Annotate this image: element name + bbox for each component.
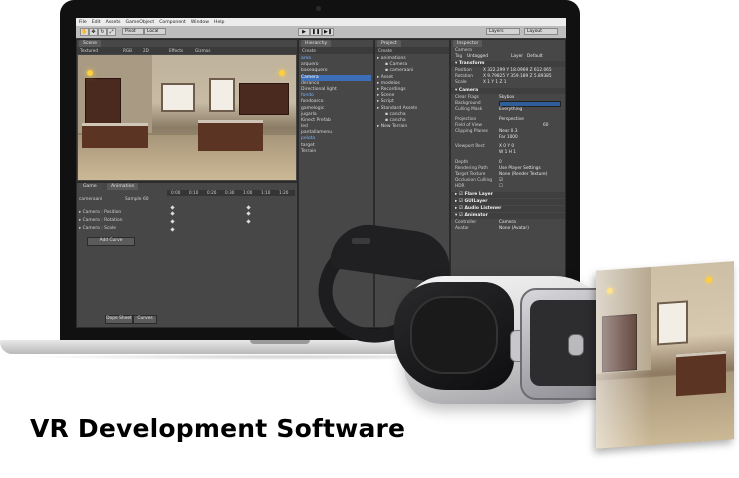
tab-animation[interactable]: Animation [107,183,139,190]
step-icon[interactable]: ▶❚ [322,28,334,36]
culling-mask-dropdown[interactable]: Everything [499,107,562,113]
strap-logo-icon [352,238,370,244]
anim-track-position[interactable]: ▸ Camera : Position [79,210,121,215]
layout-dropdown[interactable]: Layout [524,28,558,35]
menu-gameobject[interactable]: GameObject [126,20,155,25]
pause-icon[interactable]: ❚❚ [310,28,322,36]
phone-home-button-icon [568,334,584,356]
far-clip-field[interactable]: Far 1000 [499,135,562,141]
twod-toggle[interactable]: 2D [143,48,149,53]
folder-item[interactable]: ▸ New Terrain [377,124,447,130]
timeline-tick: 1:00 [243,190,253,195]
tab-hierarchy[interactable]: Hierarchy [301,40,332,47]
menu-assets[interactable]: Assets [106,20,121,25]
shading-dropdown[interactable]: Textured [80,48,98,53]
flare-layer-header[interactable]: ▸ ☑ Flare Layer [451,192,565,198]
tab-inspector[interactable]: Inspector [453,40,483,47]
menu-bar: File Edit Assets GameObject Component Wi… [76,18,566,26]
animation-timeline[interactable]: 0:00 0:10 0:20 0:30 1:00 1:10 1:20 [167,190,295,196]
headset-face-foam [410,296,498,374]
scale-field[interactable]: X 1 Y 1 Z 1 [483,80,562,86]
menu-edit[interactable]: Edit [92,20,101,25]
scene-viewport[interactable] [78,55,296,180]
effects-dropdown[interactable]: Effects [169,48,183,53]
keyframe-icon[interactable] [170,227,175,232]
light-gizmo-icon[interactable] [278,70,285,76]
project-list: ▸ animations ▪ Camera ▪ cameraani ▸ Asse… [377,56,447,130]
scene-toolbar: Textured RGB 2D Effects Gizmos [77,47,297,54]
camera-header[interactable]: ▾ Camera [451,88,565,94]
keyframe-icon[interactable] [246,219,251,224]
hierarchy-create-button[interactable]: Create [302,48,316,53]
viewport-wh-field[interactable]: W 1 H 1 [499,150,562,156]
vr-scene-preview [596,261,734,449]
light-gizmo-icon[interactable] [86,70,93,76]
clip-dropdown[interactable]: cameraani [79,197,102,202]
hand-tool-icon[interactable]: ✋ [80,28,89,36]
menu-component[interactable]: Component [159,20,186,25]
keyframe-icon[interactable] [170,205,175,210]
local-toggle[interactable]: Local [144,28,166,35]
sample-label: Sample [125,197,142,202]
kitchen-doorway [208,77,235,112]
hdr-checkbox[interactable]: ☐ [499,184,562,190]
timeline-tick: 0:20 [207,190,217,195]
project-create-button[interactable]: Create [378,48,392,53]
tab-project[interactable]: Project [377,40,401,47]
gui-layer-header[interactable]: ▸ ☑ GUILayer [451,199,565,205]
menu-file[interactable]: File [79,20,87,25]
keyframe-icon[interactable] [246,211,251,216]
field-label: Culling Mask [455,107,483,112]
rotate-tool-icon[interactable]: ↻ [98,28,107,36]
animation-panel: Game Animation 0:00 0:10 0:20 0:30 1:00 … [76,182,298,328]
field-label: HDR [455,184,465,189]
gizmos-dropdown[interactable]: Gizmos [195,48,210,53]
dopesheet-toggle[interactable]: Dope Sheet [105,315,133,324]
timeline-tick: 0:10 [189,190,199,195]
animator-header[interactable]: ▾ ☑ Animator [451,213,565,219]
audio-listener-header[interactable]: ▸ ☑ Audio Listener [451,206,565,212]
tab-scene[interactable]: Scene [79,40,102,47]
kitchen-window [160,82,196,112]
play-icon[interactable]: ▶ [298,28,310,36]
toolbar: ✋ ✥ ↻ ⤢ Pivot Local ▶ ❚❚ ▶❚ Layers Layou… [76,26,566,38]
hierarchy-list: area arquero baseaquero Camera deranco D… [301,56,371,155]
keyframe-icon[interactable] [170,211,175,216]
scene-panel: Scene Textured RGB 2D Effects Gizmos [76,39,298,182]
layer-dropdown[interactable]: Default [527,54,562,60]
keyframe-icon[interactable] [170,219,175,224]
anim-track-rotation[interactable]: ▸ Camera : Rotation [79,218,122,223]
avatar-field[interactable]: None (Avatar) [499,226,562,232]
timeline-tick: 0:00 [171,190,181,195]
tab-game[interactable]: Game [79,183,101,190]
layers-dropdown[interactable]: Layers [486,28,520,35]
timeline-tick: 1:20 [279,190,289,195]
render-mode-dropdown[interactable]: RGB [123,48,132,53]
scale-label: Scale [455,80,467,85]
webcam-icon [316,6,321,11]
kitchen-island [197,120,264,151]
timeline-tick: 0:30 [225,190,235,195]
sample-field[interactable]: 60 [143,197,149,202]
field-label: Avatar [455,226,469,231]
menu-window[interactable]: Window [191,20,209,25]
caption-title: VR Development Software [30,414,406,443]
transform-header[interactable]: ▾ Transform [451,61,565,67]
tag-label: Tag [455,54,463,59]
add-curve-button[interactable]: Add Curve [87,237,135,246]
scale-tool-icon[interactable]: ⤢ [107,28,116,36]
timeline-tick: 1:10 [261,190,271,195]
kitchen-cabinet-right [239,82,290,115]
move-tool-icon[interactable]: ✥ [89,28,98,36]
anim-track-scale[interactable]: ▸ Camera : Scale [79,226,116,231]
pivot-toggle[interactable]: Pivot [122,28,144,35]
list-item[interactable]: Terrain [301,149,371,155]
kitchen-counter [82,122,148,148]
menu-help[interactable]: Help [214,20,224,25]
curves-toggle[interactable]: Curves [133,315,157,324]
keyframe-icon[interactable] [246,205,251,210]
